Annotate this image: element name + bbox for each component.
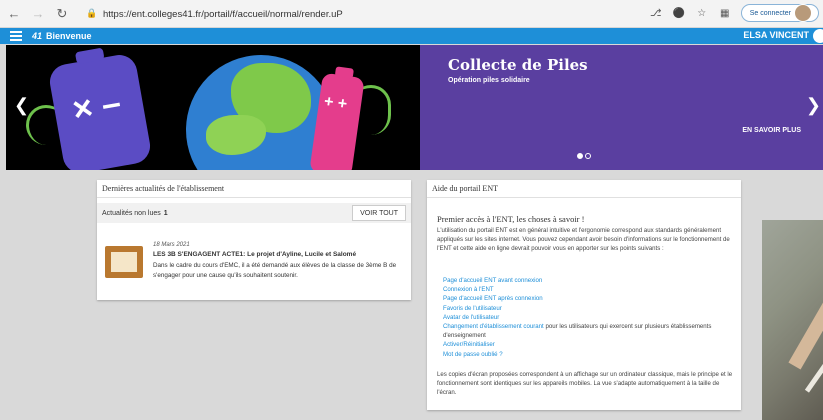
help-card-title: Aide du portail ENT (427, 180, 741, 198)
carousel-dots (577, 153, 591, 159)
carousel-next-icon[interactable]: ❯ (806, 95, 821, 116)
translate-icon[interactable]: ⎇ (649, 6, 663, 20)
learn-more-link[interactable]: EN SAVOIR PLUS (742, 127, 801, 134)
forward-arrow-icon[interactable]: → (28, 4, 48, 24)
portal-logo[interactable]: 41 (32, 31, 42, 41)
shield-icon[interactable]: ⚫ (672, 6, 686, 20)
banner-subtitle: Opération piles solidaire (448, 77, 530, 84)
banner-title: Collecte de Piles (448, 56, 588, 74)
banner-panel: Collecte de Piles Opération piles solida… (420, 45, 823, 170)
see-all-button[interactable]: VOIR TOUT (352, 205, 406, 221)
news-card: Dernières actualités de l'établissement … (97, 180, 411, 300)
user-avatar[interactable] (813, 29, 823, 43)
portal-header: 41 Bienvenue ELSA VINCENT (0, 28, 823, 44)
help-link[interactable]: Mot de passe oublié ? (443, 350, 737, 359)
help-link[interactable]: Activer/Réinitialiser (443, 340, 737, 349)
news-summary: Dans le cadre du cours d'EMC, il a été d… (153, 262, 397, 279)
help-link[interactable]: Avatar de l'utilisateur (443, 313, 737, 322)
user-name[interactable]: ELSA VINCENT (743, 30, 809, 40)
banner-carousel: × – + + ❮ Collecte de Piles Opération pi… (6, 45, 823, 170)
news-title-link[interactable]: LES 3B S'ENGAGENT ACTE1: Le projet d'Ayl… (153, 251, 356, 258)
back-arrow-icon[interactable]: ← (4, 4, 24, 24)
help-intro: L'utilisation du portail ENT est en géné… (437, 227, 730, 252)
help-link[interactable]: Favoris de l'utilisateur (443, 304, 737, 313)
profile-avatar (794, 4, 812, 22)
battery-character: × – (47, 47, 153, 170)
url-text: https://ent.colleges41.fr/portail/f/accu… (103, 8, 343, 20)
menu-icon[interactable] (10, 31, 22, 41)
sign-in-button[interactable]: Se connecter (740, 4, 819, 22)
help-card: Aide du portail ENT Premier accès à l'EN… (427, 180, 741, 410)
lock-icon: 🔒 (86, 8, 98, 18)
address-bar[interactable]: 🔒 https://ent.colleges41.fr/portail/f/ac… (86, 5, 656, 23)
unread-label: Actualités non lues (102, 209, 161, 217)
help-links: Page d'accueil ENT avant connexion Conne… (443, 276, 737, 359)
desk-photo (762, 220, 823, 420)
news-date: 18 Mars 2021 (153, 242, 190, 248)
help-footer-text: Les copies d'écran proposées corresponde… (437, 371, 733, 396)
help-heading: Premier accès à l'ENT, les choses à savo… (437, 214, 585, 224)
browser-toolbar: ← → ↻ 🔒 https://ent.colleges41.fr/portai… (0, 0, 823, 28)
reload-icon[interactable]: ↻ (52, 4, 72, 24)
carousel-dot-2[interactable] (585, 153, 591, 159)
unread-news-row: Actualités non lues 1 VOIR TOUT (97, 203, 411, 223)
news-thumbnail[interactable] (105, 246, 143, 278)
help-link[interactable]: Connexion à l'ENT (443, 285, 737, 294)
star-icon[interactable]: ☆ (695, 6, 709, 20)
welcome-title: Bienvenue (46, 31, 92, 41)
carousel-dot-1[interactable] (577, 153, 583, 159)
news-card-title: Dernières actualités de l'établissement (97, 180, 411, 198)
carousel-prev-icon[interactable]: ❮ (14, 95, 29, 116)
help-link[interactable]: Page d'accueil ENT après connexion (443, 294, 737, 303)
help-link-row: Changement d'établissement courant pour … (443, 322, 737, 340)
collections-icon[interactable]: ▦ (718, 6, 732, 20)
unread-count: 1 (163, 209, 168, 217)
banner-image: × – + + ❮ (6, 45, 420, 170)
help-link[interactable]: Changement d'établissement courant (443, 323, 544, 330)
help-link[interactable]: Page d'accueil ENT avant connexion (443, 276, 737, 285)
